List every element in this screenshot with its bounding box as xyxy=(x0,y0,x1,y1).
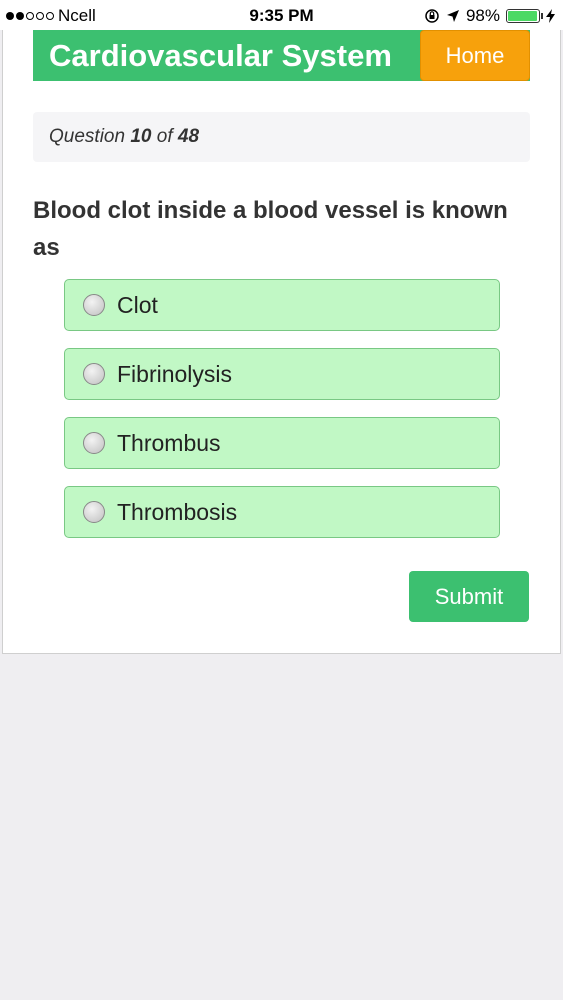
option-thrombosis[interactable]: Thrombosis xyxy=(64,486,500,538)
app-header: Cardiovascular System Home xyxy=(33,30,530,81)
status-bar: Ncell 9:35 PM 98% xyxy=(0,0,563,30)
charging-bolt-icon xyxy=(546,9,555,23)
counter-total: 48 xyxy=(177,126,200,147)
location-arrow-icon xyxy=(446,10,459,22)
battery-percent: 98% xyxy=(465,6,500,25)
counter-separator: of xyxy=(156,126,173,147)
radio-button-icon[interactable] xyxy=(83,432,105,454)
question-counter: Question 10 of 48 xyxy=(33,112,530,162)
option-label: Thrombosis xyxy=(117,498,238,525)
option-thrombus[interactable]: Thrombus xyxy=(64,417,500,469)
option-fibrinolysis[interactable]: Fibrinolysis xyxy=(64,348,500,400)
counter-current: 10 xyxy=(130,126,152,147)
counter-prefix: Question xyxy=(49,126,126,147)
radio-button-icon[interactable] xyxy=(83,501,105,523)
question-text: Blood clot inside a blood vessel is know… xyxy=(33,197,508,261)
option-label: Clot xyxy=(117,291,158,318)
option-label: Fibrinolysis xyxy=(117,360,233,387)
status-right: 98% xyxy=(424,6,555,26)
app-card: Cardiovascular System Home Question 10 o… xyxy=(2,30,561,654)
orientation-lock-icon xyxy=(425,9,439,23)
submit-button[interactable]: Submit xyxy=(409,571,529,622)
home-button[interactable]: Home xyxy=(420,30,530,81)
radio-button-icon[interactable] xyxy=(83,363,105,385)
radio-button-icon[interactable] xyxy=(83,294,105,316)
page-title: Cardiovascular System xyxy=(49,38,392,73)
option-label: Thrombus xyxy=(117,429,221,456)
battery-icon xyxy=(506,9,543,23)
option-clot[interactable]: Clot xyxy=(64,279,500,331)
